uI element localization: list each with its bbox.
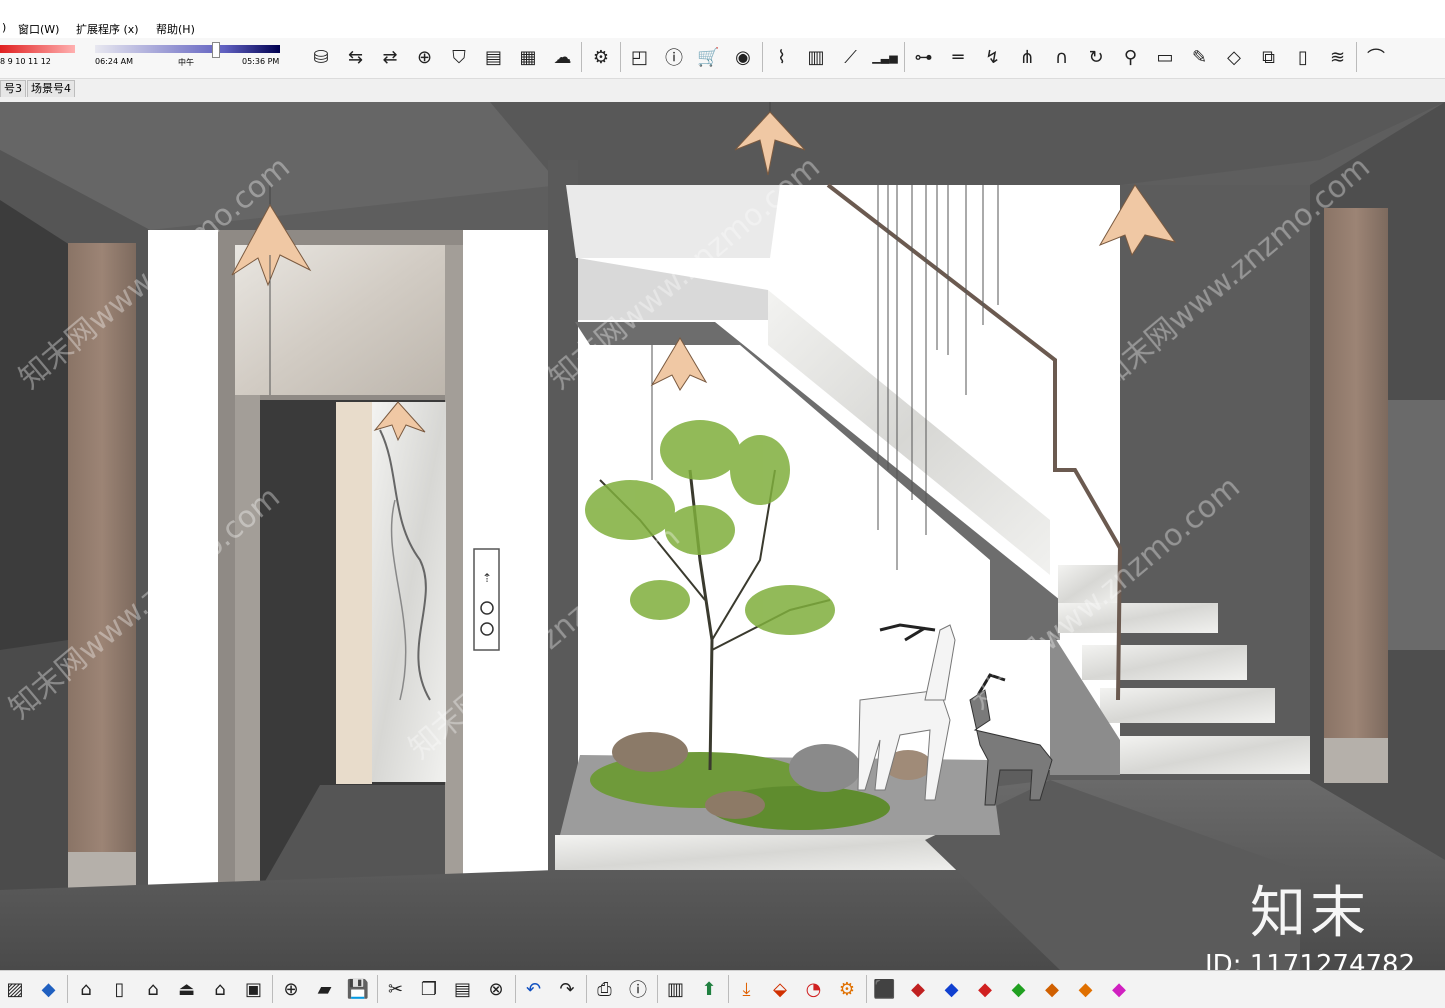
toolbar-separator xyxy=(581,42,582,72)
zoom-add-icon[interactable]: ⊕ xyxy=(278,976,304,1002)
house-box-icon[interactable]: ▣ xyxy=(241,976,267,1002)
gear-colored-icon[interactable]: ⚙ xyxy=(834,976,860,1002)
watermark-logo: 知末 xyxy=(1250,881,1370,946)
axis-v-icon[interactable]: ◆ xyxy=(1006,976,1032,1002)
toolbar-separator xyxy=(272,975,273,1003)
settings-gear-icon[interactable]: ⚙ xyxy=(588,44,614,70)
door-icon[interactable]: ▯ xyxy=(107,976,133,1002)
layers-tool-icon[interactable]: ≋ xyxy=(1325,44,1351,70)
delete-icon[interactable]: ⊗ xyxy=(483,976,509,1002)
axis-r-icon[interactable]: ◆ xyxy=(972,976,998,1002)
shadow-time-start: 06:24 AM xyxy=(95,57,133,66)
box-red-icon[interactable]: ⬛ xyxy=(872,976,898,1002)
cloud-upload-icon[interactable]: ☁ xyxy=(550,44,576,70)
toolbar-separator xyxy=(376,975,378,1003)
node-tool-icon[interactable]: ⚲ xyxy=(1118,44,1144,70)
info-icon[interactable]: ⓘ xyxy=(661,44,687,70)
chart-icon[interactable]: ▤ xyxy=(481,44,507,70)
edit-tool-icon[interactable]: ✎ xyxy=(1187,44,1213,70)
bar-chart-icon[interactable]: ▁▃▅ xyxy=(872,44,898,70)
color-palette-icon[interactable]: ▥ xyxy=(663,976,689,1002)
line-tool-icon[interactable]: ═ xyxy=(945,44,971,70)
right-wood-pillar xyxy=(1324,208,1388,743)
user-icon[interactable]: ◉ xyxy=(730,44,756,70)
axis-e-icon[interactable]: ◆ xyxy=(905,976,931,1002)
toolbar-separator xyxy=(619,42,621,72)
comment-icon[interactable]: ◰ xyxy=(627,44,653,70)
toolbar-separator xyxy=(903,42,905,72)
toolbar-separator xyxy=(727,975,729,1003)
toolbar-separator xyxy=(514,975,516,1003)
tree-tool-icon[interactable]: ⋔ xyxy=(1014,44,1040,70)
menu-item-paren[interactable]: ) xyxy=(2,21,6,34)
book-tool-icon[interactable]: ▯ xyxy=(1290,44,1316,70)
redo-icon[interactable]: ↷ xyxy=(554,976,580,1002)
toolbar-separator xyxy=(761,42,763,72)
cart-icon[interactable]: 🛒 xyxy=(696,44,722,70)
shadow-time-end: 05:36 PM xyxy=(242,57,280,66)
toolbar-separator xyxy=(67,975,68,1003)
shadow-time-mid: 中午 xyxy=(178,58,194,67)
add-circle-icon[interactable]: ⊕ xyxy=(412,44,438,70)
swap-icon[interactable]: ⇆ xyxy=(343,44,369,70)
axis-x-icon[interactable]: ◆ xyxy=(1073,976,1099,1002)
stack-tool-icon[interactable]: ◇ xyxy=(1221,44,1247,70)
scene-tab-3[interactable]: 号3 xyxy=(0,80,26,97)
beam-icon[interactable]: ⟋ xyxy=(838,44,864,70)
save-icon[interactable]: 💾 xyxy=(345,976,371,1002)
component-swap-icon[interactable]: ⇄ xyxy=(377,44,403,70)
cut-icon[interactable]: ✂ xyxy=(383,976,409,1002)
shadow-time-slider[interactable] xyxy=(95,45,280,53)
toolbar-separator xyxy=(585,975,587,1003)
slab-tool-icon[interactable]: ▭ xyxy=(1152,44,1178,70)
3d-viewport[interactable]: ⇡ 知末网www.znzmo.com 知末网www.znzmo.com 知末网w… xyxy=(0,102,1445,970)
shield-icon[interactable]: ⛉ xyxy=(446,44,472,70)
align-icon[interactable]: ⊶ xyxy=(911,44,937,70)
open-folder-icon[interactable]: ▰ xyxy=(312,976,338,1002)
stair-icon[interactable]: ⌇ xyxy=(769,44,795,70)
info-icon[interactable]: ⓘ xyxy=(625,976,651,1002)
layers-red-icon[interactable]: ⬙ xyxy=(767,976,793,1002)
paint-icon[interactable]: ◔ xyxy=(801,976,827,1002)
toolbar-separator xyxy=(1356,42,1357,72)
print-icon[interactable]: ⎙ xyxy=(592,976,618,1002)
scene-tab-4[interactable]: 场景号4 xyxy=(27,80,75,97)
toolbar-separator xyxy=(865,975,867,1003)
menu-item-extensions[interactable]: 扩展程序 (x) xyxy=(76,21,139,37)
planter-edge xyxy=(555,835,990,870)
scene-tab-bar xyxy=(0,79,1445,99)
axis-j-icon[interactable]: ◆ xyxy=(939,976,965,1002)
tunnel-tool-icon[interactable]: ⌒ xyxy=(1363,44,1389,70)
warehouse-icon[interactable]: ⛁ xyxy=(308,44,334,70)
roof-icon[interactable]: ⏏ xyxy=(174,976,200,1002)
house-outline-icon[interactable]: ⌂ xyxy=(207,976,233,1002)
curve-tool-icon[interactable]: ↯ xyxy=(980,44,1006,70)
axis-n-icon[interactable]: ◆ xyxy=(1039,976,1065,1002)
house-side-icon[interactable]: ⌂ xyxy=(73,976,99,1002)
shadow-month-ticks: 8 9 10 11 12 xyxy=(0,57,51,66)
cube-face-icon[interactable]: ◆ xyxy=(36,976,62,1002)
axis-d-icon[interactable]: ◆ xyxy=(1106,976,1132,1002)
arrow-up-icon[interactable]: ⬆ xyxy=(696,976,722,1002)
undo-icon[interactable]: ↶ xyxy=(521,976,547,1002)
scene-render: ⇡ 知末网www.znzmo.com 知末网www.znzmo.com 知末网w… xyxy=(0,102,1445,970)
download-icon[interactable]: ⤓ xyxy=(734,976,760,1002)
home-icon[interactable]: ⌂ xyxy=(140,976,166,1002)
arc-tool-icon[interactable]: ↻ xyxy=(1083,44,1109,70)
copy-icon[interactable]: ❐ xyxy=(416,976,442,1002)
arch-tool-icon[interactable]: ∩ xyxy=(1049,44,1075,70)
toolbar-separator xyxy=(656,975,658,1003)
menu-item-help[interactable]: 帮助(H) xyxy=(156,21,195,37)
layer-paint-icon[interactable]: ▨ xyxy=(2,976,28,1002)
svg-text:⇡: ⇡ xyxy=(482,571,492,585)
menu-item-window[interactable]: 窗口(W) xyxy=(18,21,59,37)
cube-tool-icon[interactable]: ⧉ xyxy=(1256,44,1282,70)
shadow-time-thumb[interactable] xyxy=(212,42,220,58)
paste-icon[interactable]: ▤ xyxy=(450,976,476,1002)
shadow-month-slider[interactable] xyxy=(0,45,75,53)
menu-bar: ) 窗口(W) 扩展程序 (x) 帮助(H) xyxy=(0,0,1445,38)
column-icon[interactable]: ▥ xyxy=(803,44,829,70)
checker-icon[interactable]: ▦ xyxy=(515,44,541,70)
